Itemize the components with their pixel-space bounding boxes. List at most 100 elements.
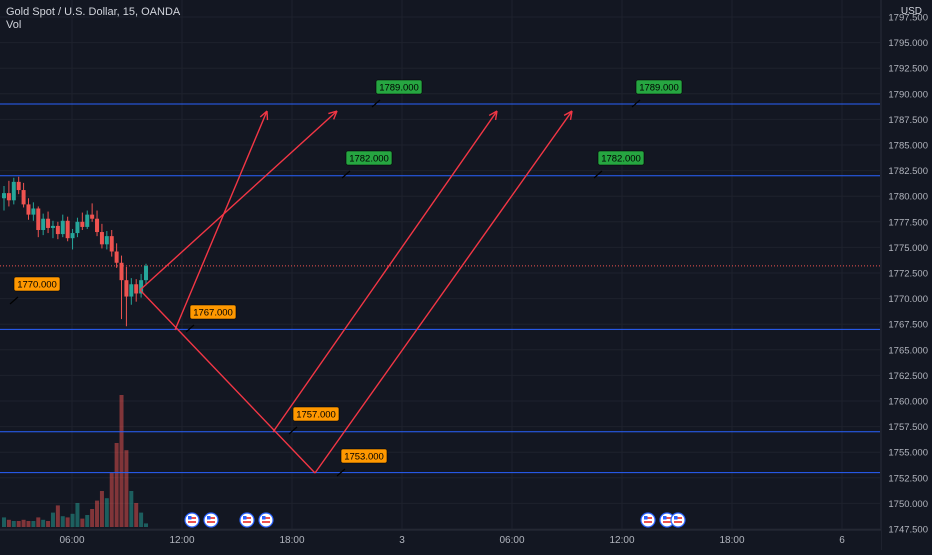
currency-label[interactable]: USD bbox=[901, 6, 922, 17]
flag-canton bbox=[262, 516, 266, 520]
candle-body bbox=[2, 193, 6, 198]
us-flag-event-icon[interactable] bbox=[185, 513, 199, 527]
candle-body bbox=[41, 219, 45, 230]
candle-body bbox=[7, 193, 11, 200]
candle-body bbox=[134, 284, 138, 293]
us-flag-event-icon[interactable] bbox=[204, 513, 218, 527]
price-tick-label: 1760.000 bbox=[888, 397, 928, 408]
volume-bar bbox=[115, 443, 119, 527]
flag-stripe bbox=[262, 521, 270, 523]
price-tick-label: 1775.000 bbox=[888, 243, 928, 254]
flag-stripe bbox=[644, 521, 652, 523]
volume-bar bbox=[61, 516, 65, 527]
candle-body bbox=[36, 208, 40, 230]
candle-body bbox=[90, 215, 94, 219]
volume-bar bbox=[95, 501, 99, 527]
volume-bar bbox=[66, 517, 70, 527]
candle-body bbox=[124, 280, 128, 296]
candle-body bbox=[22, 190, 26, 204]
time-tick-label: 12:00 bbox=[169, 535, 194, 546]
price-tick-label: 1765.000 bbox=[888, 345, 928, 356]
label-text: 1757.000 bbox=[296, 410, 336, 421]
flag-stripe bbox=[674, 521, 682, 523]
volume-bar bbox=[85, 515, 89, 527]
candle-body bbox=[17, 182, 21, 190]
candle-body bbox=[66, 221, 70, 238]
volume-bar bbox=[12, 521, 16, 527]
label-text: 1782.000 bbox=[601, 154, 641, 165]
us-flag-event-icon[interactable] bbox=[671, 513, 685, 527]
volume-bar bbox=[17, 521, 21, 527]
price-tick-label: 1792.500 bbox=[888, 64, 928, 75]
flag-canton bbox=[663, 516, 667, 520]
candle-body bbox=[71, 233, 75, 238]
candle-body bbox=[120, 263, 124, 280]
symbol-title[interactable]: Gold Spot / U.S. Dollar, 15, OANDA bbox=[6, 6, 180, 19]
label-text: 1782.000 bbox=[349, 154, 389, 165]
volume-bar bbox=[129, 491, 133, 527]
volume-bar bbox=[46, 521, 50, 527]
price-tick-label: 1755.000 bbox=[888, 448, 928, 459]
price-tick-label: 1757.500 bbox=[888, 422, 928, 433]
candle-body bbox=[100, 232, 104, 244]
volume-bar bbox=[22, 520, 26, 527]
price-tick-label: 1762.500 bbox=[888, 371, 928, 382]
time-tick-label: 3 bbox=[399, 535, 405, 546]
candle-body bbox=[26, 204, 30, 214]
volume-bar bbox=[124, 450, 128, 527]
price-tick-label: 1770.000 bbox=[888, 294, 928, 305]
chart-area[interactable]: 1789.000 1782.000 1767.000 1757.000 1753.000… bbox=[0, 0, 932, 550]
candle-body bbox=[31, 208, 35, 214]
price-tick-label: 1787.500 bbox=[888, 115, 928, 126]
flag-circle bbox=[259, 513, 273, 527]
label-text: 1789.000 bbox=[639, 83, 679, 94]
flag-circle bbox=[671, 513, 685, 527]
time-tick-label: 12:00 bbox=[609, 535, 634, 546]
candle-body bbox=[80, 222, 84, 227]
time-tick-label: 06:00 bbox=[499, 535, 524, 546]
volume-bar bbox=[31, 521, 35, 527]
us-flag-event-icon[interactable] bbox=[641, 513, 655, 527]
volume-bar bbox=[51, 513, 55, 527]
time-tick-label: 18:00 bbox=[279, 535, 304, 546]
price-tick-label: 1750.000 bbox=[888, 499, 928, 510]
label-text: 1789.000 bbox=[379, 83, 419, 94]
time-axis[interactable]: 06:0012:0018:00306:0012:0018:006 bbox=[0, 530, 881, 550]
price-tick-label: 1785.000 bbox=[888, 141, 928, 152]
volume-bar bbox=[2, 517, 6, 527]
price-tick-label: 1790.000 bbox=[888, 89, 928, 100]
candle-body bbox=[51, 226, 55, 228]
price-tick-label: 1780.000 bbox=[888, 192, 928, 203]
price-axis[interactable]: 1797.5001795.0001792.5001790.0001787.500… bbox=[881, 0, 932, 550]
flag-canton bbox=[674, 516, 678, 520]
volume-bar bbox=[75, 503, 79, 527]
time-tick-label: 18:00 bbox=[719, 535, 744, 546]
volume-bar bbox=[7, 520, 11, 527]
volume-bar bbox=[110, 473, 114, 527]
flag-canton bbox=[207, 516, 211, 520]
label-text: 1767.000 bbox=[193, 308, 233, 319]
us-flag-event-icon[interactable] bbox=[259, 513, 273, 527]
volume-bar bbox=[71, 514, 75, 527]
volume-bar bbox=[41, 520, 45, 527]
volume-bar bbox=[120, 395, 124, 527]
candle-body bbox=[61, 221, 65, 234]
volume-bar bbox=[134, 503, 138, 527]
candle-body bbox=[144, 266, 148, 280]
label-text: 1753.000 bbox=[344, 452, 384, 463]
volume-bar bbox=[139, 513, 143, 527]
price-tick-label: 1772.500 bbox=[888, 269, 928, 280]
price-tick-label: 1795.000 bbox=[888, 38, 928, 49]
chart-background bbox=[0, 0, 932, 550]
flag-canton bbox=[243, 516, 247, 520]
candle-body bbox=[46, 219, 50, 228]
us-flag-event-icon[interactable] bbox=[240, 513, 254, 527]
volume-bar bbox=[105, 498, 109, 527]
flag-circle bbox=[240, 513, 254, 527]
price-chart[interactable]: 1789.000 1782.000 1767.000 1757.000 1753.000… bbox=[0, 0, 932, 550]
candle-body bbox=[95, 219, 99, 232]
volume-bar bbox=[144, 523, 148, 527]
time-tick-label: 6 bbox=[839, 535, 845, 546]
volume-bar bbox=[36, 517, 40, 527]
volume-bar bbox=[26, 521, 30, 527]
